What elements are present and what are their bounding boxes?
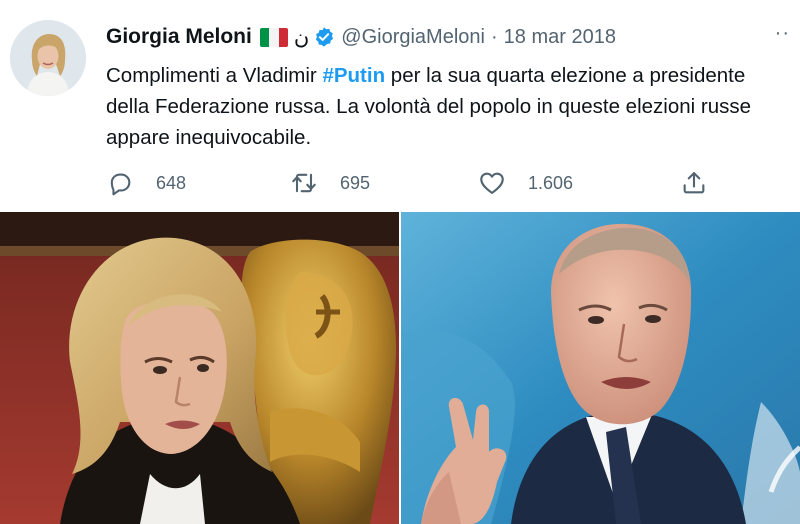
italian-flag-icon [259, 27, 288, 47]
reply-count: 648 [156, 172, 187, 193]
verified-badge-icon [316, 27, 334, 47]
separator: · [490, 25, 498, 48]
tweet-header: Giorgia Meloni ن @GiorgiaMeloni · 18 mar… [106, 22, 616, 52]
avatar-photo [10, 20, 86, 96]
man-photo-illustration [401, 212, 800, 524]
woman-portrait-photo[interactable] [0, 212, 399, 524]
author-name[interactable]: Giorgia Meloni [106, 25, 252, 49]
retweet-count: 695 [340, 172, 371, 193]
tweet-date[interactable]: 18 mar 2018 [504, 26, 616, 49]
tweet-text: Complimenti a Vladimir #Putin per la sua… [106, 60, 786, 153]
tweet-media[interactable] [0, 212, 800, 524]
flag-stripe-white [269, 27, 279, 47]
tweet-text-start: Complimenti a Vladimir [106, 64, 323, 87]
author-handle[interactable]: @GiorgiaMeloni [341, 26, 485, 49]
retweet-icon [292, 173, 316, 193]
like-button[interactable]: 1.606 [478, 166, 573, 200]
woman-photo-illustration [0, 212, 399, 524]
reply-icon [110, 173, 131, 196]
retweet-button[interactable]: 695 [290, 166, 370, 200]
tweet-actions: 648 695 1.606 [106, 166, 726, 200]
heart-icon [480, 172, 504, 194]
share-button[interactable] [680, 166, 708, 200]
hashtag-link[interactable]: #Putin [322, 64, 385, 87]
like-count: 1.606 [528, 172, 574, 193]
share-icon [683, 172, 705, 194]
flag-stripe-green [259, 27, 270, 47]
tweet: Giorgia Meloni ن @GiorgiaMeloni · 18 mar… [0, 0, 800, 210]
flag-stripe-red [278, 27, 288, 47]
more-options-icon[interactable]: ·· [775, 22, 790, 45]
avatar[interactable] [10, 20, 86, 96]
man-portrait-photo[interactable] [401, 212, 800, 524]
reply-button[interactable]: 648 [106, 166, 186, 200]
name-glyph: ن [293, 25, 310, 49]
